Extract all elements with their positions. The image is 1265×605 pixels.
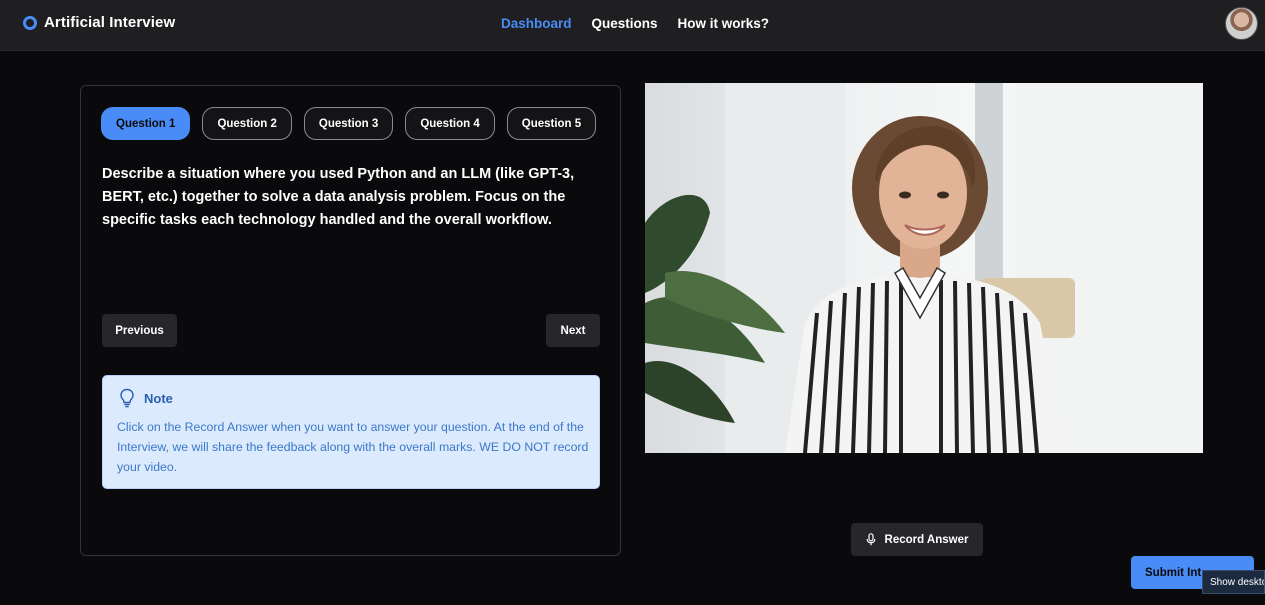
question-tabs: Question 1 Question 2 Question 3 Questio…	[101, 107, 608, 140]
tab-question-5[interactable]: Question 5	[506, 107, 597, 140]
question-panel: Question 1 Question 2 Question 3 Questio…	[80, 85, 621, 556]
tab-question-3[interactable]: Question 3	[303, 107, 394, 140]
tab-question-4[interactable]: Question 4	[405, 107, 495, 140]
note-header: Note	[119, 388, 173, 408]
next-button[interactable]: Next	[546, 314, 600, 347]
webcam-image	[645, 83, 1203, 453]
app-title: Artificial Interview	[44, 14, 176, 31]
nav-item-how-it-works[interactable]: How it works?	[678, 16, 770, 31]
question-text: Describe a situation where you used Pyth…	[102, 166, 575, 228]
user-avatar[interactable]	[1225, 7, 1258, 40]
brand[interactable]: Artificial Interview	[23, 14, 175, 31]
note-box: Note Click on the Record Answer when you…	[102, 375, 600, 489]
nav-item-dashboard[interactable]: Dashboard	[501, 16, 572, 31]
video-feed	[645, 83, 1203, 453]
microphone-icon	[866, 533, 875, 546]
record-answer-button[interactable]: Record Answer	[851, 523, 983, 556]
record-answer-label: Record Answer	[884, 533, 969, 546]
note-body: Click on the Record Answer when you want…	[117, 420, 589, 474]
main-nav: Dashboard Questions How it works?	[501, 16, 789, 31]
nav-item-questions[interactable]: Questions	[592, 16, 658, 31]
lightbulb-icon	[120, 388, 134, 408]
show-desktop-tooltip: Show deskto	[1202, 570, 1265, 594]
logo-icon	[23, 15, 37, 30]
previous-button[interactable]: Previous	[102, 314, 177, 347]
tab-question-2[interactable]: Question 2	[202, 107, 292, 140]
tab-question-1[interactable]: Question 1	[101, 107, 191, 140]
note-title: Note	[144, 390, 173, 406]
top-header: Artificial Interview Dashboard Questions…	[0, 0, 1265, 51]
